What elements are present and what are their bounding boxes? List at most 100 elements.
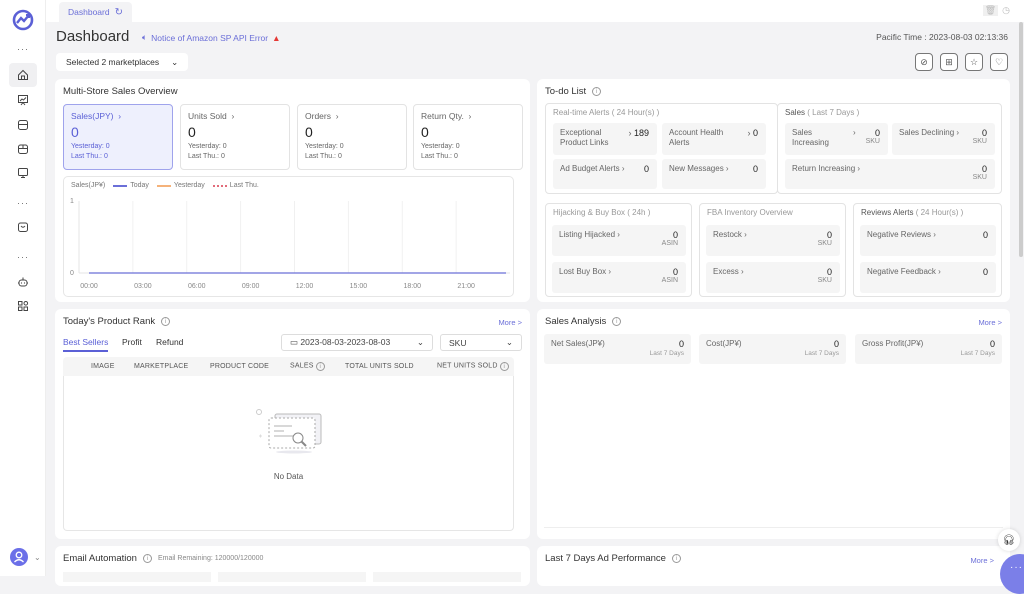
monitor-icon[interactable] <box>9 161 37 185</box>
metric-orders[interactable]: Orders › 0 Yesterday: 0 Last Thu.: 0 <box>297 104 407 170</box>
tile-value: 0 <box>643 164 649 174</box>
page-header: Dashboard 🔈︎ Notice of Amazon SP API Erro… <box>46 22 1016 76</box>
tile-cost[interactable]: Cost(JP¥) 0 Last 7 Days <box>699 334 846 364</box>
info-icon[interactable]: i <box>142 554 152 563</box>
book-icon[interactable]: ⊞ <box>940 53 958 71</box>
sidebar: ··· ··· ··· ⌄ <box>0 0 46 576</box>
column-total-units[interactable]: TOTAL UNITS SOLD <box>345 363 414 370</box>
column-product-code[interactable]: PRODUCT CODE <box>210 363 269 370</box>
chart-board-icon[interactable] <box>9 88 37 112</box>
tile-excess[interactable]: Excess › 0 SKU <box>706 262 840 293</box>
tile-negative-reviews[interactable]: Negative Reviews › 0 <box>860 225 996 256</box>
more-dots-icon[interactable]: ··· <box>0 252 46 262</box>
tile-value: 0 <box>982 267 988 277</box>
column-sales[interactable]: SALES i <box>290 362 325 371</box>
more-dots-icon[interactable]: ··· <box>0 198 46 208</box>
scrollbar-thumb[interactable] <box>1019 22 1023 257</box>
tile-value: 0 <box>752 164 758 174</box>
tab-refund[interactable]: Refund <box>156 337 183 347</box>
dimension-select[interactable]: SKU ⌄ <box>440 334 522 351</box>
email-remaining: Email Remaining: 120000/120000 <box>157 555 264 562</box>
tile-exceptional-links[interactable]: Exceptional Product Links › 189 <box>553 123 657 155</box>
info-icon[interactable]: i <box>671 554 681 563</box>
tile-value: 0 <box>981 128 987 138</box>
date-range-picker[interactable]: ▭ 2023-08-03-2023-08-03 ⌄ <box>281 334 433 351</box>
product-rank-card: Today's Product Rank i More > Best Seller… <box>55 309 530 539</box>
tile-sales-declining[interactable]: Sales Declining › 0 SKU <box>892 123 995 155</box>
metric-label: Return Qty. <box>421 111 464 121</box>
more-link[interactable]: More > <box>498 318 522 327</box>
metric-yesterday: Yesterday: 0 <box>188 143 227 150</box>
tile-placeholder <box>63 572 211 582</box>
more-link[interactable]: More > <box>978 318 1002 327</box>
calendar-icon: ▭ <box>290 337 299 347</box>
robot-icon[interactable] <box>9 270 37 294</box>
tile-gross-profit[interactable]: Gross Profit(JP¥) 0 Last 7 Days <box>855 334 1002 364</box>
info-icon[interactable]: i <box>315 362 325 371</box>
api-error-notice[interactable]: 🔈︎ Notice of Amazon SP API Error ▲ <box>142 32 281 43</box>
headset-icon[interactable]: 🎧︎ <box>998 529 1020 551</box>
tile-label: Return Increasing <box>792 164 856 173</box>
scrollbar[interactable] <box>1018 22 1024 576</box>
info-icon[interactable]: i <box>161 317 171 326</box>
tile-net-sales[interactable]: Net Sales(JP¥) 0 Last 7 Days <box>544 334 691 364</box>
tile-listing-hijacked[interactable]: Listing Hijacked › 0 ASIN <box>552 225 686 256</box>
shopping-bag-icon[interactable] <box>9 215 37 239</box>
tab-best-sellers[interactable]: Best Sellers <box>63 337 109 352</box>
tile-unit: SKU <box>972 174 987 181</box>
column-marketplace: MARKETPLACE <box>134 363 189 370</box>
tile-sub: Last 7 Days <box>960 350 995 357</box>
tile-sales-increasing[interactable]: Sales Increasing › 0 SKU <box>785 123 888 155</box>
empty-state-text: No Data <box>273 472 304 481</box>
metric-return-qty[interactable]: Return Qty. › 0 Yesterday: 0 Last Thu.: … <box>413 104 523 170</box>
info-icon[interactable]: i <box>499 362 509 371</box>
y-tick-label: 1 <box>70 198 74 205</box>
tile-restock[interactable]: Restock › 0 SKU <box>706 225 840 256</box>
tile-value: 0 <box>989 339 995 349</box>
tile-new-messages[interactable]: New Messages › 0 <box>662 159 766 189</box>
apps-icon[interactable] <box>9 294 37 318</box>
tab-dashboard[interactable]: Dashboard ↻ <box>59 2 132 22</box>
user-menu[interactable]: ⌄ <box>10 548 41 566</box>
tile-lost-buy-box[interactable]: Lost Buy Box › 0 ASIN <box>552 262 686 293</box>
metric-last-thu: Last Thu.: 0 <box>305 153 342 160</box>
date-range-value: 2023-08-03-2023-08-03 <box>300 337 391 347</box>
card-title: Last 7 Days Ad Performance <box>545 553 666 564</box>
tile-value: 0 <box>752 128 758 138</box>
logo-icon[interactable] <box>12 9 34 31</box>
metric-last-thu: Last Thu.: 0 <box>188 153 225 160</box>
x-tick-label: 18:00 <box>403 283 421 290</box>
divider <box>544 527 1003 528</box>
metric-last-thu: Last Thu.: 0 <box>421 153 458 160</box>
metric-label: Sales(JPY) <box>71 111 114 121</box>
home-icon[interactable] <box>9 63 37 87</box>
info-icon[interactable]: i <box>592 87 602 96</box>
sales-chart: Sales(JP¥) Today Yesterday Last Thu. 00:… <box>63 176 514 297</box>
column-net-units[interactable]: NET UNITS SOLD i <box>437 362 509 371</box>
metric-label: Units Sold <box>188 111 227 121</box>
metric-label: Orders <box>305 111 331 121</box>
clock-icon[interactable]: ◷ <box>1002 5 1010 16</box>
more-link[interactable]: More > <box>970 556 994 565</box>
tile-value: 0 <box>874 128 880 138</box>
metric-sales[interactable]: Sales(JPY) › 0 Yesterday: 0 Last Thu.: 0 <box>63 104 173 170</box>
tile-return-increasing[interactable]: Return Increasing › 0 SKU <box>785 159 995 189</box>
star-icon[interactable]: ☆ <box>965 53 983 71</box>
section-range: ( Last 7 Days ) <box>807 108 860 117</box>
trash-icon[interactable]: 🗑 <box>982 5 999 16</box>
tab-profit[interactable]: Profit <box>122 337 142 347</box>
marketplace-select[interactable]: Selected 2 marketplaces ⌄ <box>56 53 189 71</box>
tile-ad-budget[interactable]: Ad Budget Alerts › 0 <box>553 159 657 189</box>
store-icon[interactable] <box>9 113 37 137</box>
fba-inventory-section: FBA Inventory Overview Restock › 0 SKU Exc… <box>699 203 846 297</box>
more-dots-icon[interactable]: ··· <box>0 44 46 54</box>
tile-negative-feedback[interactable]: Negative Feedback › 0 <box>860 262 996 293</box>
compass-icon[interactable]: ⊘ <box>915 53 933 71</box>
package-icon[interactable] <box>9 137 37 161</box>
metric-units-sold[interactable]: Units Sold › 0 Yesterday: 0 Last Thu.: 0 <box>180 104 290 170</box>
heart-icon[interactable]: ♡ <box>990 53 1008 71</box>
card-title: Email Automation <box>63 553 137 564</box>
refresh-icon[interactable]: ↻ <box>115 7 123 18</box>
tile-account-health[interactable]: Account Health Alerts › 0 <box>662 123 766 155</box>
info-icon[interactable]: i <box>612 317 622 326</box>
